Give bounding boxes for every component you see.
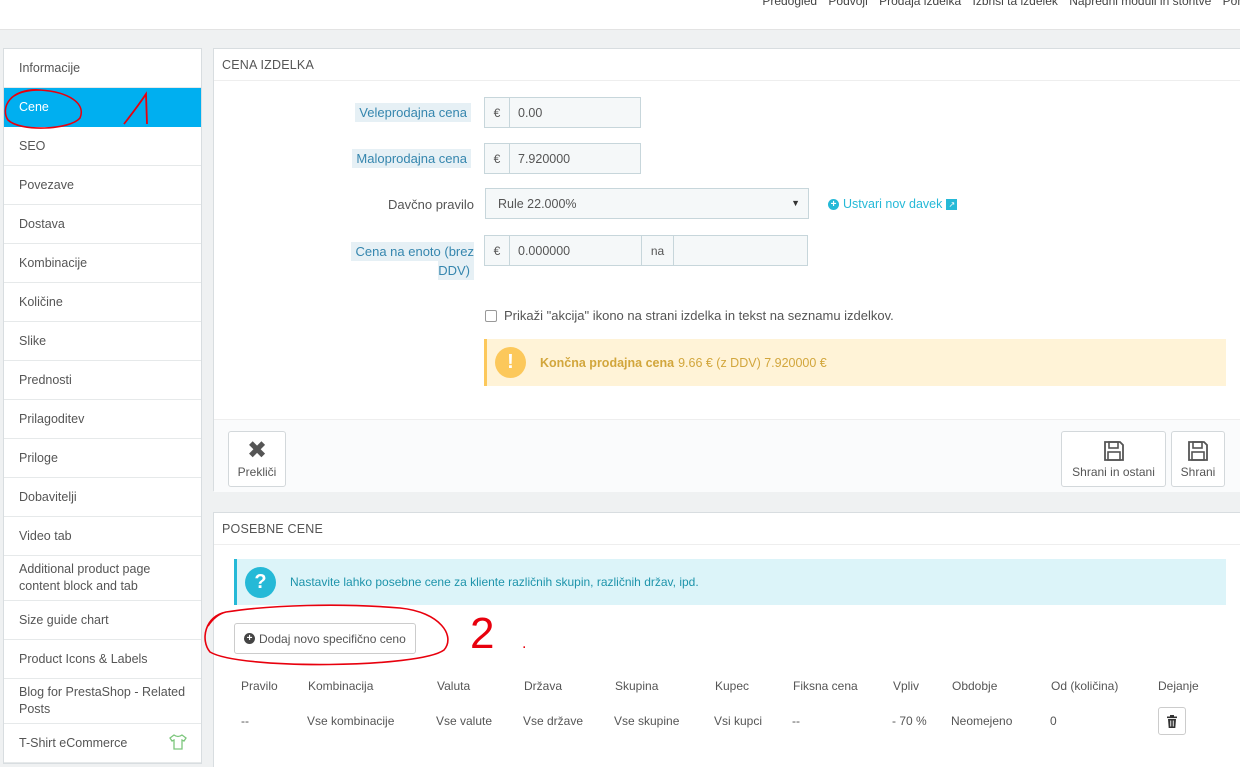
final-price-text: 9.66 € (z DDV) 7.920000 € xyxy=(678,355,827,370)
on-sale-label: Prikaži "akcija" ikono na strani izdelka… xyxy=(504,308,894,323)
toolbar-preview-link[interactable]: Predogled xyxy=(762,0,817,8)
currency-addon: € xyxy=(485,98,510,127)
add-specific-price-button[interactable]: + Dodaj novo specifično ceno xyxy=(234,623,416,654)
sidebar-item-slike[interactable]: Slike xyxy=(4,322,201,361)
unit-price-value[interactable]: 0.000000 xyxy=(510,236,641,265)
toolbar: Predogled Podvoji Prodaja izdelka Izbriš… xyxy=(0,0,1240,30)
special-prices-info: ? Nastavite lahko posebne cene za klient… xyxy=(234,559,1226,605)
on-sale-checkbox[interactable] xyxy=(485,310,497,322)
unit-price-label: Cena na enoto (brez DDV) xyxy=(329,242,474,280)
currency-addon: € xyxy=(485,236,510,265)
column-header: Država xyxy=(524,679,563,693)
sidebar-item-product-icons[interactable]: Product Icons & Labels xyxy=(4,640,201,679)
sidebar-item-kombinacije[interactable]: Kombinacije xyxy=(4,244,201,283)
caret-down-icon: ▼ xyxy=(791,198,800,208)
cell-fixed-price: -- xyxy=(792,714,800,728)
unit-price-input[interactable]: € 0.000000 xyxy=(484,235,642,266)
plus-circle-icon: + xyxy=(244,633,255,644)
tax-rule-label: Davčno pravilo xyxy=(388,197,474,212)
tax-rule-selected: Rule 22.000% xyxy=(498,196,577,211)
column-header: Fiksna cena xyxy=(793,679,858,693)
sidebar-item-prilagoditev[interactable]: Prilagoditev xyxy=(4,400,201,439)
retail-price-label: Maloprodajna cena xyxy=(274,149,471,168)
sidebar-item-dostava[interactable]: Dostava xyxy=(4,205,201,244)
trash-icon xyxy=(1167,714,1177,728)
sidebar-item-povezave[interactable]: Povezave xyxy=(4,166,201,205)
save-icon xyxy=(1103,441,1124,461)
column-header: Skupina xyxy=(615,679,659,693)
wholesale-price-input[interactable]: € 0.00 xyxy=(484,97,641,128)
save-button[interactable]: Shrani xyxy=(1171,431,1225,487)
cell-combination: Vse kombinacije xyxy=(307,714,395,728)
column-header: Kupec xyxy=(715,679,750,693)
sidebar-item-blog-related[interactable]: Blog for PrestaShop - Related Posts xyxy=(4,679,201,724)
toolbar-sales-link[interactable]: Prodaja izdelka xyxy=(879,0,961,8)
currency-addon: € xyxy=(485,144,510,173)
column-header: Dejanje xyxy=(1158,679,1199,693)
price-panel: CENA IZDELKA Veleprodajna cena € 0.00 Ma… xyxy=(213,48,1240,492)
per-addon: na xyxy=(641,236,674,265)
sidebar-item-video-tab[interactable]: Video tab xyxy=(4,517,201,556)
sidebar-item-label: T-Shirt eCommerce xyxy=(19,736,128,750)
sidebar-item-seo[interactable]: SEO xyxy=(4,127,201,166)
toolbar-help-link[interactable]: Pomoč xyxy=(1223,0,1240,8)
sidebar-item-kolicine[interactable]: Količine xyxy=(4,283,201,322)
unit-input[interactable]: na xyxy=(641,235,808,266)
wholesale-price-value[interactable]: 0.00 xyxy=(510,98,640,127)
unit-value[interactable] xyxy=(674,236,807,265)
column-header: Valuta xyxy=(437,679,471,693)
price-panel-heading: CENA IZDELKA xyxy=(214,49,1240,81)
sidebar-item-additional-content[interactable]: Additional product page content block an… xyxy=(4,556,201,601)
cell-currency: Vse valute xyxy=(436,714,493,728)
plus-circle-icon: + xyxy=(828,198,839,210)
toolbar-duplicate-link[interactable]: Podvoji xyxy=(828,0,867,8)
column-header: Od (količina) xyxy=(1051,679,1119,693)
delete-button[interactable] xyxy=(1158,707,1186,735)
toolbar-delete-link[interactable]: Izbriši ta izdelek xyxy=(973,0,1058,8)
wholesale-price-label: Veleprodajna cena xyxy=(274,103,471,122)
sidebar-item-size-guide[interactable]: Size guide chart xyxy=(4,601,201,640)
create-tax-link[interactable]: + Ustvari nov davek ↗ xyxy=(828,197,958,211)
tshirt-icon xyxy=(169,734,187,750)
close-icon: ✖ xyxy=(246,437,268,464)
toolbar-modules-link[interactable]: Napredni moduli in storitve xyxy=(1069,0,1211,8)
save-icon xyxy=(1188,441,1208,461)
tax-rule-select[interactable]: Rule 22.000% ▼ xyxy=(485,188,809,219)
special-prices-heading: POSEBNE CENE xyxy=(214,513,1240,545)
price-panel-footer: ✖ Prekliči Shrani in ostani Shrani xyxy=(214,419,1240,492)
toolbar-links: Predogled Podvoji Prodaja izdelka Izbriš… xyxy=(754,0,1240,8)
warning-icon: ! xyxy=(495,347,526,378)
retail-price-value[interactable]: 7.920000 xyxy=(510,144,640,173)
cell-period: Neomejeno xyxy=(951,714,1013,728)
column-header: Obdobje xyxy=(952,679,998,693)
table-row: -- Vse kombinacije Vse valute Vse države… xyxy=(214,706,1240,736)
sidebar-item-priloge[interactable]: Priloge xyxy=(4,439,201,478)
cell-group: Vse skupine xyxy=(614,714,680,728)
sidebar-item-informacije[interactable]: Informacije xyxy=(4,49,201,88)
cell-country: Vse države xyxy=(523,714,584,728)
cell-from-quantity: 0 xyxy=(1050,714,1057,728)
help-icon: ? xyxy=(245,566,276,598)
final-price-alert: ! Končna prodajna cena 9.66 € (z DDV) 7.… xyxy=(484,339,1226,386)
sidebar-item-dobavitelji[interactable]: Dobavitelji xyxy=(4,478,201,517)
special-prices-panel: POSEBNE CENE ? Nastavite lahko posebne c… xyxy=(213,512,1240,767)
product-tabs-sidebar: Informacije Cene SEO Povezave Dostava Ko… xyxy=(3,48,202,764)
external-link-icon: ↗ xyxy=(946,198,958,210)
sidebar-item-cene[interactable]: Cene xyxy=(4,88,201,127)
retail-price-input[interactable]: € 7.920000 xyxy=(484,143,641,174)
cell-impact: - 70 % xyxy=(892,714,927,728)
sidebar-item-tshirt[interactable]: T-Shirt eCommerce xyxy=(4,724,201,763)
cell-customer: Vsi kupci xyxy=(714,714,763,728)
final-price-title: Končna prodajna cena xyxy=(540,355,675,370)
column-header: Pravilo xyxy=(241,679,278,693)
column-header: Vpliv xyxy=(893,679,920,693)
cancel-button[interactable]: ✖ Prekliči xyxy=(228,431,286,487)
sidebar-item-prednosti[interactable]: Prednosti xyxy=(4,361,201,400)
save-and-stay-button[interactable]: Shrani in ostani xyxy=(1061,431,1166,487)
column-header: Kombinacija xyxy=(308,679,374,693)
specific-prices-table-header: Pravilo Kombinacija Valuta Država Skupin… xyxy=(214,671,1240,701)
cell-rule: -- xyxy=(241,714,249,728)
